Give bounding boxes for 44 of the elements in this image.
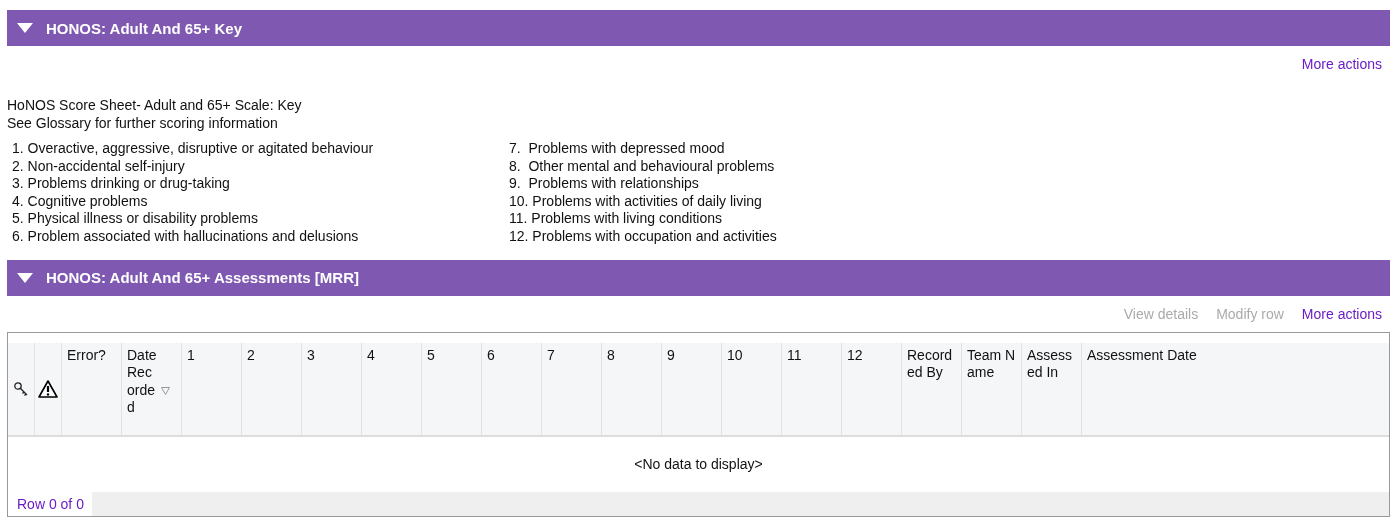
column-header[interactable]: 1: [187, 346, 237, 365]
collapse-icon[interactable]: [17, 272, 33, 283]
key-subheading: See Glossary for further scoring information: [7, 114, 279, 132]
action-link[interactable]: More actions: [1301, 56, 1382, 78]
column-header[interactable]: 11: [787, 346, 837, 365]
section-header[interactable]: HONOS: Adult And 65+ Assessments [MRR]: [7, 259, 1390, 296]
sort-icon[interactable]: [161, 386, 170, 395]
column-header[interactable]: 12: [847, 346, 897, 365]
key-icon: [13, 380, 29, 397]
warning-icon: [38, 379, 58, 398]
column-header[interactable]: Assessed In: [1027, 346, 1077, 382]
key-item: 3. Problems drinking or drug-taking: [12, 175, 231, 193]
column-header[interactable]: Assessment Date: [1087, 346, 1385, 365]
column-header[interactable]: 5: [427, 346, 477, 365]
key-item: 9. Problems with relationships: [509, 175, 700, 193]
column-header[interactable]: 7: [547, 346, 597, 365]
column-header[interactable]: Error?: [67, 346, 117, 365]
key-item: 10. Problems with activities of daily living: [509, 192, 763, 211]
section-header[interactable]: HONOS: Adult And 65+ Key: [7, 10, 1390, 46]
key-item: 5. Physical illness or disability problems: [12, 210, 259, 228]
key-item: 1. Overactive, aggressive, disruptive or agitated behaviour: [12, 140, 375, 158]
key-item: 6. Problem associated with hallucinations and delusions: [12, 227, 360, 246]
section-title: HONOS: Adult And 65+ Assessments [MRR]: [46, 269, 359, 287]
key-item: 7. Problems with depressed mood: [509, 140, 726, 158]
collapse-icon[interactable]: [17, 23, 33, 33]
key-item: 8. Other mental and behavioural problems: [509, 157, 776, 176]
key-heading: HoNOS Score Sheet- Adult and 65+ Scale: Key: [7, 96, 303, 114]
column-header[interactable]: Recorded By: [907, 346, 957, 382]
column-header[interactable]: 4: [367, 346, 417, 365]
column-header[interactable]: 6: [487, 346, 537, 365]
key-item: 4. Cognitive problems: [12, 192, 149, 211]
column-header[interactable]: 2: [247, 346, 297, 365]
column-header[interactable]: 10: [727, 346, 777, 365]
column-header[interactable]: 3: [307, 346, 357, 365]
column-header[interactable]: Team Name: [967, 346, 1017, 382]
empty-message: <No data to display>: [634, 456, 763, 473]
key-item: 11. Problems with living conditions: [509, 210, 723, 228]
action-link[interactable]: More actions: [1301, 305, 1382, 328]
column-header[interactable]: 8: [607, 346, 657, 365]
section-title: HONOS: Adult And 65+ Key: [46, 19, 242, 37]
key-item: 2. Non-accidental self-injury: [12, 157, 186, 176]
key-item: 12. Problems with occupation and activities: [509, 227, 778, 246]
column-header[interactable]: Date Recorded: [127, 346, 157, 417]
column-header[interactable]: 9: [667, 346, 717, 365]
